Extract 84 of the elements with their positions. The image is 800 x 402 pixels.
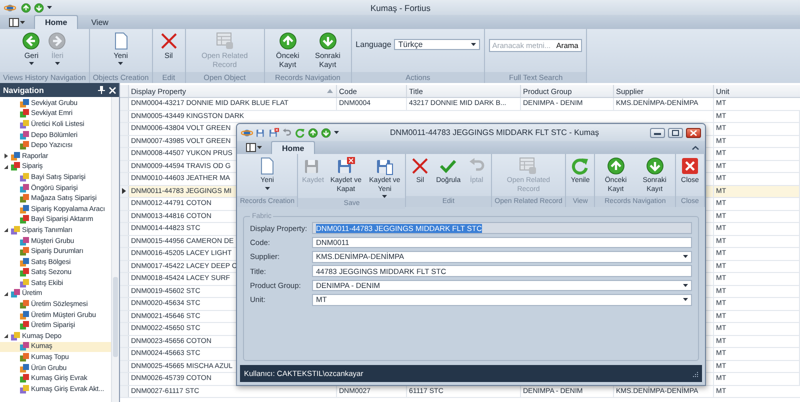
app-menu-button[interactable] <box>6 16 28 28</box>
table-icon <box>216 32 234 50</box>
triangle-icon[interactable] <box>3 290 9 297</box>
arrow-down-icon[interactable] <box>321 128 331 138</box>
close-icon <box>681 157 699 175</box>
close-button[interactable] <box>686 128 701 138</box>
tile-icon <box>20 310 29 320</box>
tile-icon <box>20 268 29 278</box>
arrow-up-icon[interactable] <box>308 128 318 138</box>
tile-icon <box>20 184 29 193</box>
tile-icon <box>11 226 20 235</box>
arrow-up-icon <box>606 157 625 175</box>
window-title: Kumaş - Fortius <box>370 2 432 12</box>
document-icon <box>258 157 276 175</box>
triangle-icon[interactable] <box>3 164 9 170</box>
tile-icon <box>20 141 29 150</box>
tile-icon <box>20 172 29 182</box>
refresh-icon <box>571 157 590 175</box>
floppy-cross-icon[interactable] <box>269 128 279 138</box>
triangle-icon[interactable] <box>3 153 9 160</box>
floppy-page-icon <box>376 157 394 175</box>
table-icon <box>519 157 538 175</box>
close-icon[interactable] <box>109 86 116 94</box>
arrow-down-icon[interactable] <box>34 2 44 12</box>
tile-icon <box>20 215 29 224</box>
minimize-button[interactable] <box>650 128 665 138</box>
tile-icon <box>20 258 29 267</box>
window-title: DNM0011-44783 JEGGINGS MIDDARK FLT STC - Kumaş <box>389 128 600 137</box>
minimize-icon <box>654 130 661 135</box>
ribbon-tab[interactable]: Home <box>34 15 78 29</box>
resize-grip-icon <box>692 370 698 376</box>
tile-icon <box>20 204 29 214</box>
app-menu-button[interactable] <box>243 142 265 153</box>
tile-icon <box>20 109 29 118</box>
refresh-icon[interactable] <box>295 128 305 138</box>
tile-icon <box>20 98 29 108</box>
tile-icon <box>20 130 29 140</box>
arrow-down-icon <box>646 157 664 175</box>
tile-icon <box>20 342 29 352</box>
ribbon-tab[interactable]: Home <box>271 141 316 154</box>
tile-icon <box>20 278 29 288</box>
caret-icon <box>683 255 688 258</box>
curved-arrow-icon[interactable] <box>282 128 292 138</box>
caret-icon <box>471 43 476 46</box>
tile-icon <box>20 194 29 204</box>
tile-icon <box>11 289 20 298</box>
tile-icon <box>20 300 29 310</box>
chevron-up-icon[interactable] <box>692 146 699 150</box>
language-dropdown[interactable]: Türkçe <box>394 39 480 50</box>
pin-icon[interactable] <box>98 86 105 94</box>
scrollbar[interactable] <box>111 97 119 402</box>
row-indicator[interactable] <box>120 186 129 197</box>
row-indicator-icon <box>122 188 126 194</box>
arrow-right-icon <box>48 32 66 50</box>
tile-icon <box>20 236 29 246</box>
checkmark-icon <box>439 157 458 175</box>
arrow-down-icon <box>318 32 337 50</box>
tile-icon <box>20 120 29 129</box>
app-icon <box>4 2 16 12</box>
arrow-left-icon <box>22 32 40 50</box>
tile-icon <box>20 364 29 373</box>
caret-icon <box>47 6 52 9</box>
language-label: Language <box>356 40 392 49</box>
tile-icon <box>11 152 20 161</box>
arrow-up-icon <box>278 32 297 50</box>
arrow-up-icon[interactable] <box>21 2 31 12</box>
floppy-cross-icon <box>336 157 355 175</box>
maximize-icon <box>672 130 679 136</box>
panel-title: Navigation <box>3 86 45 94</box>
cross-icon <box>160 32 178 50</box>
maximize-button[interactable] <box>668 128 683 138</box>
triangle-icon[interactable] <box>3 333 9 340</box>
tile-icon <box>20 247 29 256</box>
cross-icon <box>411 157 430 175</box>
tile-icon <box>20 321 29 330</box>
close-icon <box>690 130 697 136</box>
tile-icon <box>11 162 20 172</box>
tile-icon <box>20 374 29 384</box>
ribbon-tab[interactable]: View <box>80 15 120 29</box>
tile-icon <box>20 384 29 394</box>
tile-icon <box>20 353 29 362</box>
tile-icon <box>11 332 20 341</box>
triangle-icon[interactable] <box>3 227 9 234</box>
app-icon <box>241 128 253 138</box>
